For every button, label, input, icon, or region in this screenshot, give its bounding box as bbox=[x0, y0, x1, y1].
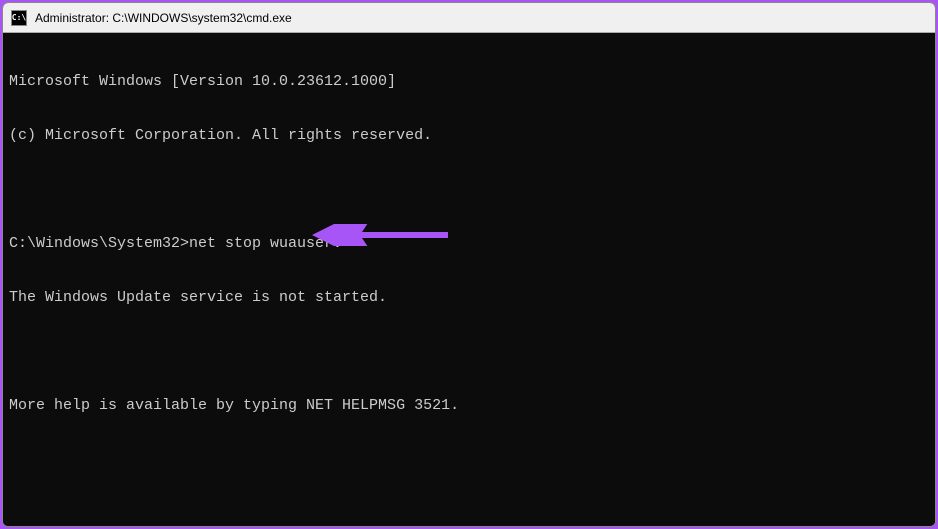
terminal-line: C:\Windows\System32>net stop wuauserv bbox=[9, 235, 929, 253]
terminal-line: The Windows Update service is not starte… bbox=[9, 289, 929, 307]
terminal-line bbox=[9, 343, 929, 361]
terminal-line: (c) Microsoft Corporation. All rights re… bbox=[9, 127, 929, 145]
terminal-output[interactable]: Microsoft Windows [Version 10.0.23612.10… bbox=[3, 33, 935, 526]
terminal-line bbox=[9, 505, 929, 523]
terminal-line bbox=[9, 451, 929, 469]
terminal-line bbox=[9, 181, 929, 199]
cmd-window: C:\ Administrator: C:\WINDOWS\system32\c… bbox=[2, 2, 936, 527]
cmd-icon: C:\ bbox=[11, 10, 27, 26]
terminal-line: Microsoft Windows [Version 10.0.23612.10… bbox=[9, 73, 929, 91]
titlebar[interactable]: C:\ Administrator: C:\WINDOWS\system32\c… bbox=[3, 3, 935, 33]
terminal-line: More help is available by typing NET HEL… bbox=[9, 397, 929, 415]
window-title: Administrator: C:\WINDOWS\system32\cmd.e… bbox=[35, 11, 292, 25]
cmd-icon-label: C:\ bbox=[12, 13, 26, 22]
